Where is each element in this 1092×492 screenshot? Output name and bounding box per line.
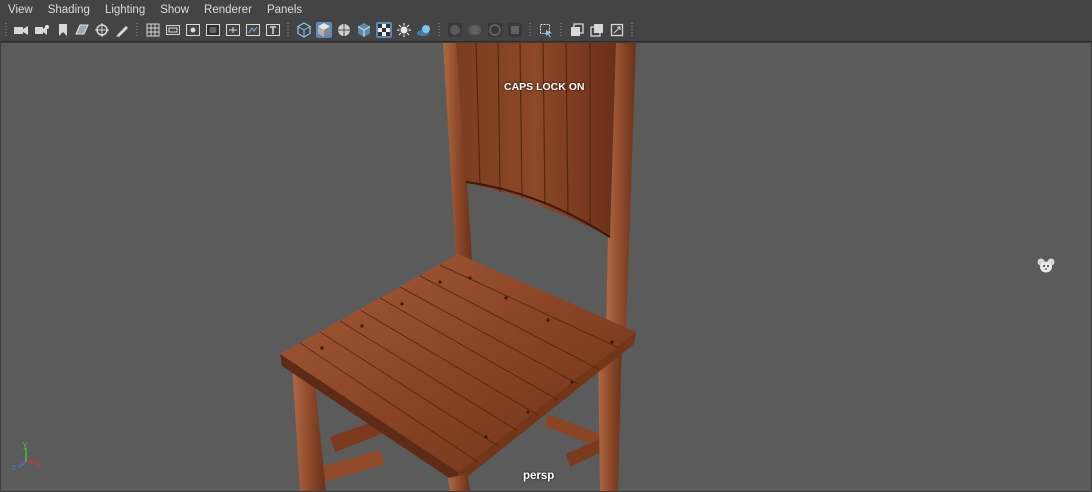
select-camera-icon[interactable] (13, 22, 29, 38)
toolbar-separator (560, 23, 562, 38)
axis-y-label: y (23, 440, 28, 449)
bookmark-icon[interactable] (55, 22, 71, 38)
front-stretcher (320, 450, 385, 482)
chair-back-panel (456, 42, 616, 237)
menu-shading[interactable]: Shading (40, 0, 97, 20)
axis-x-label: x (36, 459, 41, 469)
rear-stretcher (544, 414, 600, 446)
smooth-shade-icon[interactable] (316, 22, 332, 38)
axis-z-label: z (12, 462, 17, 472)
film-gate-icon[interactable] (165, 22, 181, 38)
resolution-gate-icon[interactable] (185, 22, 201, 38)
screen-space-ao-icon[interactable] (447, 22, 463, 38)
camera-name-label: persp (523, 470, 555, 482)
use-default-light-icon[interactable] (396, 22, 412, 38)
xray-icon[interactable] (356, 22, 372, 38)
wireframe-icon[interactable] (296, 22, 312, 38)
toolbar-separator (136, 23, 138, 38)
toolbar-separator (529, 23, 531, 38)
menu-view[interactable]: View (0, 0, 40, 20)
mouse-cursor-icon (1037, 258, 1055, 273)
multisample-aa-icon[interactable] (487, 22, 503, 38)
image-plane-icon[interactable] (74, 22, 90, 38)
isolate-select-icon[interactable] (538, 22, 554, 38)
textured-icon[interactable] (376, 22, 392, 38)
panel-toolbar (0, 20, 1092, 42)
grease-pencil-icon[interactable] (114, 22, 130, 38)
xray-joints-icon[interactable] (569, 22, 585, 38)
wireframe-on-shaded-icon[interactable] (336, 22, 352, 38)
menu-renderer[interactable]: Renderer (196, 0, 259, 20)
perspective-viewport[interactable]: CAPS LOCK ON persp y x z (0, 42, 1092, 492)
view-axis-gizmo: y x z (12, 440, 41, 472)
toolbar-separator (287, 23, 289, 38)
toolbar-separator (631, 23, 633, 38)
depth-of-field-icon[interactable] (507, 22, 523, 38)
safe-action-icon[interactable] (245, 22, 261, 38)
viewport-menu-bar: View Shading Lighting Show Renderer Pane… (0, 0, 1092, 20)
gate-mask-icon[interactable] (205, 22, 221, 38)
shadows-icon[interactable] (416, 22, 432, 38)
field-chart-icon[interactable] (225, 22, 241, 38)
toolbar-separator (5, 23, 7, 38)
grid-icon[interactable] (145, 22, 161, 38)
toolbar-separator (438, 23, 440, 38)
caps-lock-indicator: CAPS LOCK ON (504, 81, 585, 93)
camera-attributes-icon[interactable] (34, 22, 50, 38)
motion-blur-icon[interactable] (467, 22, 483, 38)
menu-panels[interactable]: Panels (259, 0, 309, 20)
backface-culling-icon[interactable] (609, 22, 625, 38)
menu-lighting[interactable]: Lighting (97, 0, 152, 20)
chair-model (280, 42, 636, 492)
menu-show[interactable]: Show (152, 0, 196, 20)
xray-active-icon[interactable] (589, 22, 605, 38)
safe-title-icon[interactable] (265, 22, 281, 38)
2d-pan-zoom-icon[interactable] (94, 22, 110, 38)
